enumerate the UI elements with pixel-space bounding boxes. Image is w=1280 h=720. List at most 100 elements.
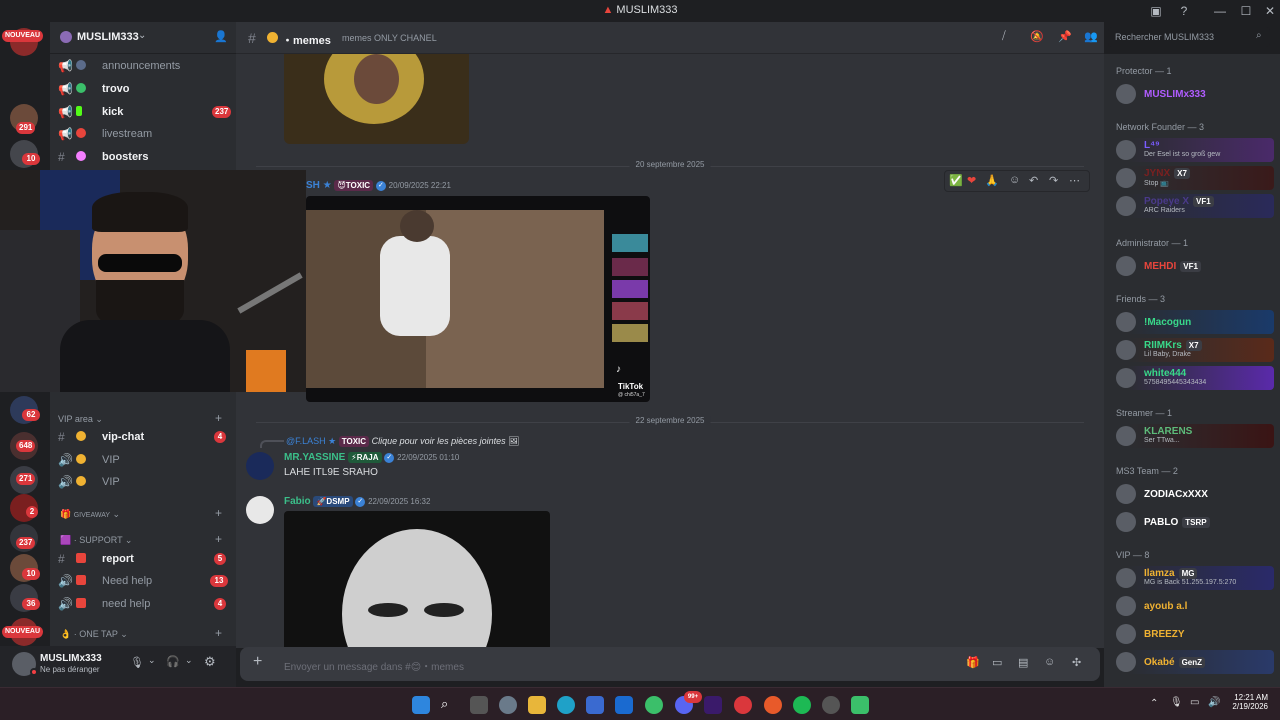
channel-need-help-2[interactable]: 🔊 need help 4	[58, 594, 230, 614]
channel-livestream[interactable]: 📢 livestream	[58, 124, 230, 144]
add-member-icon[interactable]: 👤	[214, 30, 228, 43]
help-icon[interactable]: ?	[1176, 3, 1192, 19]
search-icon[interactable]: ⌕	[441, 696, 459, 714]
add-channel-icon[interactable]: +	[215, 626, 222, 640]
settings-icon[interactable]	[499, 696, 517, 714]
microphone-icon[interactable]: 🎙	[1170, 697, 1183, 708]
image-icon: 🖼	[508, 436, 520, 446]
message-author[interactable]: SH	[306, 180, 320, 191]
add-reaction-icon[interactable]: ☺	[1009, 174, 1020, 186]
member-item[interactable]: white444 5758495445343434	[1112, 366, 1274, 390]
store-icon[interactable]	[586, 696, 604, 714]
member-item[interactable]: BREEZY	[1112, 622, 1274, 646]
category-one-tap[interactable]: 👌 · ONE TAP ⌄	[60, 629, 128, 640]
chevron-down-icon[interactable]: ⌄	[185, 655, 193, 666]
obs-icon[interactable]	[822, 696, 840, 714]
message-author[interactable]: Fabio	[284, 496, 311, 507]
gear-icon[interactable]: ⚙	[204, 654, 216, 670]
check-reaction-icon[interactable]: ✅	[949, 174, 963, 187]
add-channel-icon[interactable]: +	[215, 506, 222, 520]
brave-icon[interactable]	[764, 696, 782, 714]
member-item[interactable]: ZODIACxXXX	[1112, 482, 1274, 506]
apps-icon[interactable]: ✣	[1072, 656, 1081, 669]
network-icon[interactable]: ▭	[1190, 697, 1199, 708]
category-support[interactable]: 🟪 · SUPPORT ⌄	[60, 535, 132, 546]
chevron-down-icon[interactable]: ⌄	[148, 655, 156, 666]
channel-vip-voice[interactable]: 🔊 VIP	[58, 450, 230, 470]
timestamp: 20/09/2025 22:21	[388, 181, 451, 191]
category-vip-area[interactable]: VIP area ⌄	[58, 414, 103, 425]
pin-icon[interactable]: 📌	[1058, 30, 1072, 43]
member-item[interactable]: ayoub a.l	[1112, 594, 1274, 618]
start-icon[interactable]	[412, 696, 430, 714]
alarm-icon	[76, 575, 86, 585]
gift-icon[interactable]: 🎁	[966, 656, 980, 669]
reply-preview[interactable]: @F.LASH ★ TOXIC Clique pour voir les piè…	[286, 436, 520, 448]
member-list-icon[interactable]: 👥	[1084, 30, 1098, 43]
reply-icon[interactable]: ↶	[1029, 174, 1038, 187]
member-item[interactable]: !Macogun	[1112, 310, 1274, 334]
headphones-icon[interactable]: 🎧	[166, 655, 180, 668]
avatar[interactable]	[246, 452, 274, 480]
chevron-up-icon[interactable]: ⌃	[1150, 698, 1158, 709]
message-author[interactable]: MR.YASSINE	[284, 452, 345, 463]
member-item[interactable]: Popeye X VF1 ARC Raiders	[1112, 194, 1274, 218]
threads-icon[interactable]: ⧸	[1002, 30, 1006, 43]
edge-icon[interactable]	[557, 696, 575, 714]
member-item[interactable]: JYNX X7 Stop 📺	[1112, 166, 1274, 190]
file-explorer-icon[interactable]	[528, 696, 546, 714]
member-item[interactable]: KLARENS Ser TTwa...	[1112, 424, 1274, 448]
channel-vip-chat[interactable]: # vip-chat 4	[58, 427, 230, 447]
chrome-icon[interactable]	[645, 696, 663, 714]
gif-icon[interactable]: ▭	[992, 656, 1002, 669]
channel-announcements[interactable]: 📢 announcements	[58, 56, 230, 76]
heart-reaction-icon[interactable]: ❤	[967, 174, 976, 187]
more-icon[interactable]: ⋯	[1069, 174, 1080, 187]
minimize-button[interactable]: —	[1212, 3, 1228, 19]
member-item[interactable]: MEHDI VF1	[1112, 254, 1274, 278]
emoji-icon[interactable]: ☺	[1044, 656, 1055, 668]
channel-vip-voice-2[interactable]: 🔊 VIP	[58, 472, 230, 492]
message-composer[interactable]: + Envoyer un message dans #😊・memes 🎁 ▭ ▤…	[240, 647, 1100, 681]
member-item[interactable]: Ilamza MG MG is Back 51.255.197.5:270	[1112, 566, 1274, 590]
volume-icon[interactable]: 🔊	[1208, 697, 1220, 708]
tiktok-label: TikTok	[618, 382, 644, 391]
search-input[interactable]: Rechercher MUSLIM333 ⌕	[1108, 27, 1270, 47]
channel-kick[interactable]: 📢 kick 237	[58, 102, 232, 122]
video-attachment[interactable]: ♪ TikTok @ chi57a_7	[306, 196, 650, 402]
forward-icon[interactable]: ↷	[1049, 174, 1058, 187]
app-icon[interactable]	[851, 696, 869, 714]
avatar	[1116, 484, 1136, 504]
image-attachment[interactable]	[284, 511, 550, 648]
add-channel-icon[interactable]: +	[215, 411, 222, 425]
task-view-icon[interactable]	[470, 696, 488, 714]
add-attachment-icon[interactable]: +	[253, 653, 262, 671]
close-button[interactable]: ✕	[1262, 3, 1278, 19]
channel-report[interactable]: # report 5	[58, 549, 230, 569]
clock[interactable]: 12:21 AM 2/19/2026	[1226, 693, 1268, 711]
channel-need-help[interactable]: 🔊 Need help 13	[58, 571, 230, 591]
pray-reaction-icon[interactable]: 🙏	[985, 174, 999, 187]
spotify-icon[interactable]	[793, 696, 811, 714]
member-item[interactable]: L⁴⁹ Der Esel ist so groß gew	[1112, 138, 1274, 162]
inbox-icon[interactable]: ▣	[1148, 3, 1164, 19]
avatar	[1116, 256, 1136, 276]
member-item[interactable]: Okabé GenZ	[1112, 650, 1274, 674]
add-channel-icon[interactable]: +	[215, 532, 222, 546]
member-item[interactable]: PABLO TSRP	[1112, 510, 1274, 534]
channel-boosters[interactable]: # boosters	[58, 147, 230, 167]
notifications-off-icon[interactable]: 🔕	[1030, 30, 1044, 43]
image-attachment[interactable]	[284, 54, 469, 144]
maximize-button[interactable]: ☐	[1238, 3, 1254, 19]
opera-icon[interactable]	[734, 696, 752, 714]
member-item[interactable]: RIIMKrs X7 Lil Baby, Drake	[1112, 338, 1274, 362]
category-giveaway[interactable]: 🎁 GIVEAWAY ⌄	[60, 509, 120, 520]
server-header[interactable]: MUSLIM333 ⌄ 👤	[50, 22, 236, 54]
nzxt-icon[interactable]	[704, 696, 722, 714]
member-item[interactable]: MUSLIMx333	[1112, 82, 1274, 106]
sticker-icon[interactable]: ▤	[1018, 656, 1028, 669]
avatar[interactable]	[246, 496, 274, 524]
mail-icon[interactable]	[615, 696, 633, 714]
channel-trovo[interactable]: 📢 trovo	[58, 79, 230, 99]
microphone-icon[interactable]: 🎙	[130, 656, 144, 669]
